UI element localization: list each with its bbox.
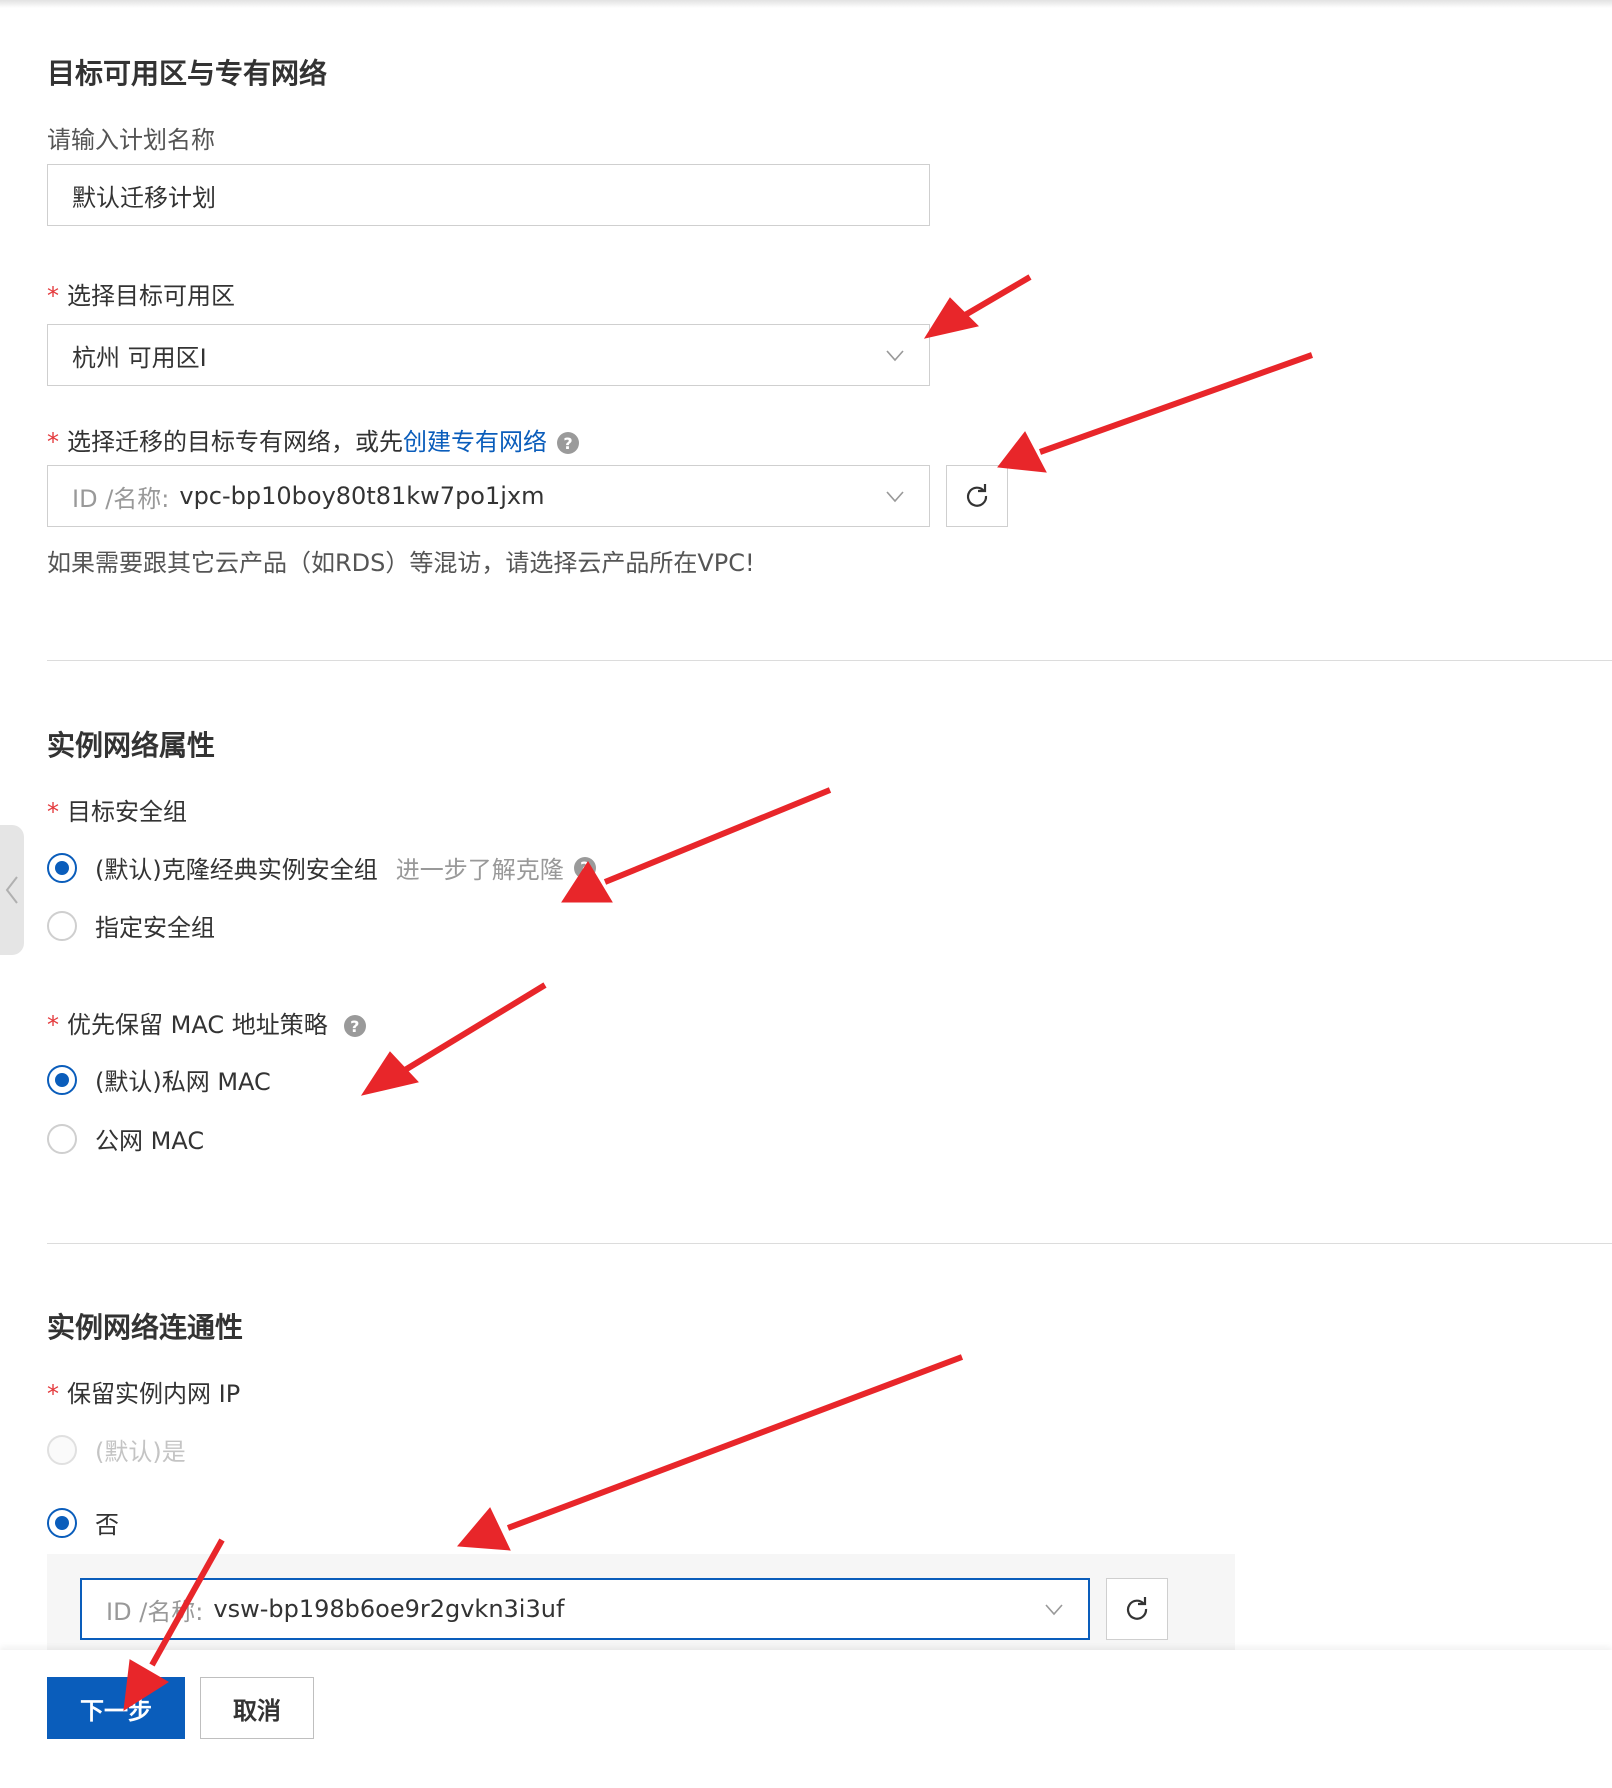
- annotation-arrowhead: [456, 1507, 511, 1551]
- required-mark: *: [47, 1380, 59, 1408]
- vsw-id-prefix: ID /名称:: [106, 1597, 204, 1626]
- radio-selected[interactable]: [47, 852, 77, 883]
- vpc-label-text: 选择迁移的目标专有网络，或先: [67, 428, 403, 456]
- vswitch-select[interactable]: ID /名称: vsw-bp198b6oe9r2gvkn3i3uf: [80, 1578, 1090, 1640]
- help-icon[interactable]: ?: [557, 432, 579, 454]
- plan-name-input[interactable]: 默认迁移计划: [47, 164, 930, 226]
- required-mark: *: [47, 1011, 59, 1039]
- radio-disabled: [47, 1434, 77, 1465]
- zone-select[interactable]: 杭州 可用区I: [47, 324, 930, 386]
- radio-unselected[interactable]: [47, 1123, 77, 1154]
- annotation-arrowhead: [923, 297, 979, 339]
- vpc-select[interactable]: ID /名称: vpc-bp10boy80t81kw7po1jxm: [47, 465, 930, 527]
- help-icon[interactable]: ?: [343, 1015, 366, 1037]
- top-shadow: [0, 0, 1612, 8]
- zone-label: * 选择目标可用区: [47, 276, 235, 311]
- refresh-icon: [966, 484, 988, 507]
- section-title-network-connectivity: 实例网络连通性: [47, 1311, 244, 1344]
- annotation-arrowhead: [360, 1051, 419, 1096]
- vpc-id-prefix: ID /名称:: [72, 484, 170, 513]
- security-group-label-text: 目标安全组: [67, 798, 187, 826]
- cancel-button[interactable]: 取消: [200, 1677, 314, 1739]
- create-vpc-link[interactable]: 创建专有网络: [403, 428, 547, 456]
- required-mark: *: [47, 798, 59, 826]
- sg-learn-more-link[interactable]: 进一步了解克隆: [396, 850, 564, 885]
- sidebar-collapse-tab[interactable]: [0, 825, 24, 955]
- sg-option-custom[interactable]: 指定安全组: [47, 908, 215, 943]
- sg-option-clone[interactable]: (默认)克隆经典实例安全组 进一步了解克隆 ?: [47, 850, 596, 885]
- vpc-refresh-button[interactable]: [946, 465, 1008, 527]
- sg-option-clone-label: (默认)克隆经典实例安全组: [95, 856, 378, 884]
- required-mark: *: [47, 282, 59, 310]
- radio-unselected[interactable]: [47, 910, 77, 941]
- mac-option-private-label: (默认)私网 MAC: [95, 1068, 271, 1096]
- vpc-hint-text: 如果需要跟其它云产品（如RDS）等混访，请选择云产品所在VPC!: [47, 549, 755, 577]
- keep-ip-option-yes-label: (默认)是: [95, 1438, 186, 1466]
- keep-ip-option-no-label: 否: [95, 1511, 119, 1539]
- annotation-arrow: [403, 982, 547, 1073]
- security-group-label: * 目标安全组: [47, 792, 187, 827]
- vpc-label: * 选择迁移的目标专有网络，或先创建专有网络?: [47, 422, 579, 457]
- required-mark: *: [47, 428, 59, 456]
- mac-option-public[interactable]: 公网 MAC: [47, 1121, 204, 1156]
- keep-ip-label-text: 保留实例内网 IP: [67, 1380, 241, 1408]
- keep-ip-option-no[interactable]: 否: [47, 1505, 119, 1540]
- zone-label-text: 选择目标可用区: [67, 282, 235, 310]
- mac-option-private[interactable]: (默认)私网 MAC: [47, 1062, 271, 1097]
- annotation-arrow: [958, 274, 1032, 321]
- radio-selected[interactable]: [47, 1507, 77, 1538]
- keep-ip-option-yes: (默认)是: [47, 1432, 186, 1467]
- vpc-select-value: vpc-bp10boy80t81kw7po1jxm: [179, 482, 545, 510]
- divider: [47, 660, 1612, 661]
- divider: [47, 1243, 1612, 1244]
- section-title-network-attributes: 实例网络属性: [47, 729, 216, 762]
- section-title-zone-vpc: 目标可用区与专有网络: [47, 57, 328, 90]
- mac-option-public-label: 公网 MAC: [95, 1127, 205, 1155]
- help-icon[interactable]: ?: [573, 856, 596, 879]
- annotation-arrows: [123, 274, 1314, 1711]
- next-button[interactable]: 下一步: [47, 1677, 185, 1739]
- footer-bar: 下一步 取消: [0, 1650, 1612, 1788]
- plan-name-label: 请输入计划名称: [47, 126, 215, 154]
- chevron-down-icon: [886, 491, 904, 503]
- chevron-down-icon: [886, 350, 904, 362]
- refresh-icon: [1126, 1597, 1148, 1620]
- vswitch-refresh-button[interactable]: [1106, 1578, 1168, 1640]
- radio-selected[interactable]: [47, 1064, 77, 1095]
- annotation-arrow: [603, 787, 832, 885]
- vswitch-select-value: vsw-bp198b6oe9r2gvkn3i3uf: [213, 1595, 565, 1623]
- chevron-down-icon: [1045, 1604, 1063, 1616]
- keep-ip-label: * 保留实例内网 IP: [47, 1374, 240, 1409]
- sg-option-custom-label: 指定安全组: [95, 914, 215, 942]
- annotation-arrow: [1038, 352, 1314, 455]
- annotation-arrow: [506, 1354, 964, 1531]
- chevron-left-icon: [5, 876, 18, 904]
- zone-select-value: 杭州 可用区I: [72, 343, 207, 372]
- mac-policy-label-text: 优先保留 MAC 地址策略: [67, 1011, 328, 1039]
- mac-policy-label: * 优先保留 MAC 地址策略?: [47, 1005, 366, 1040]
